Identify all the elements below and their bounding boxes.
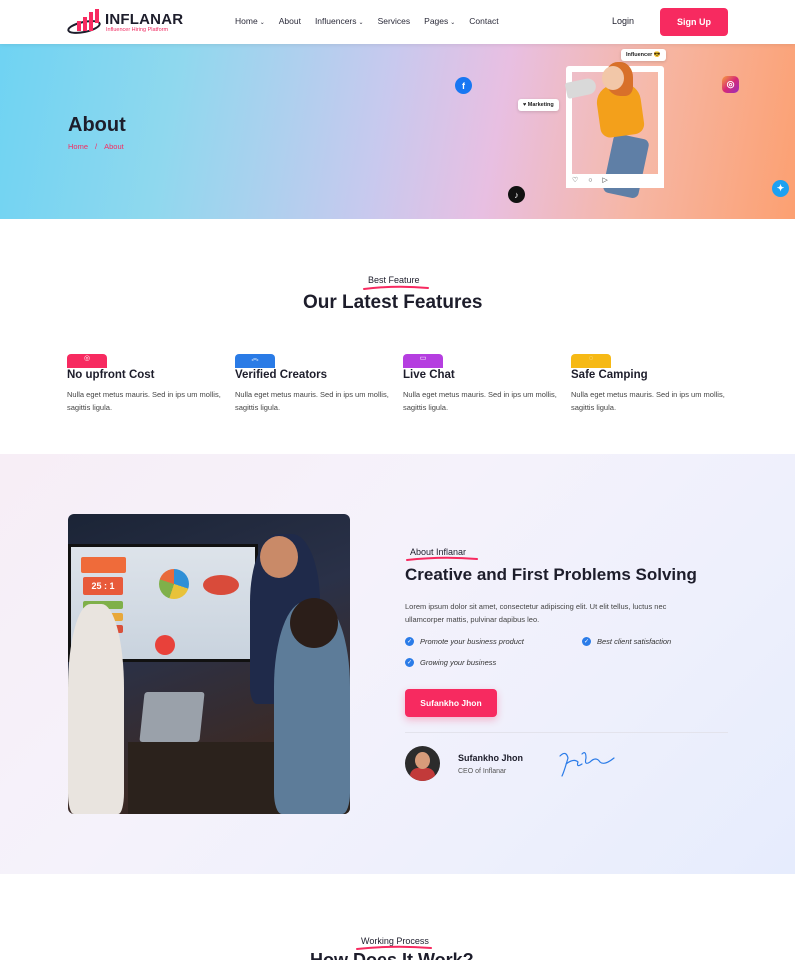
screen-dial (155, 635, 175, 655)
logo-mark-icon (67, 9, 101, 34)
check-icon: ✓ (405, 637, 414, 646)
screen-pie-chart (159, 569, 189, 599)
about-description: Lorem ipsum dolor sit amet, consectetur … (405, 602, 667, 624)
screen-big-number: 25 : 1 (83, 577, 123, 595)
feature-card: ︽ Verified Creators Nulla eget metus mau… (235, 354, 395, 414)
feature-text: Nulla eget metus mauris. Sed in ips um m… (403, 390, 557, 412)
avatar-face (415, 752, 430, 769)
instagram-icon: ◎ (722, 76, 739, 93)
check-icon: ✓ (582, 637, 591, 646)
nav-item-about[interactable]: About (279, 16, 301, 26)
signup-button[interactable]: Sign Up (660, 8, 728, 36)
feature-text: Nulla eget metus mauris. Sed in ips um m… (67, 390, 221, 412)
live-icon: ▭ (403, 354, 443, 368)
meeting-photo: 25 : 1 (68, 514, 350, 814)
attendee-right-hair (290, 598, 338, 648)
signature-icon (559, 752, 615, 777)
breadcrumb-current: About (104, 142, 124, 151)
feature-title: Safe Camping (571, 369, 648, 381)
kicker-underline-icon (363, 285, 429, 290)
nav-label: Contact (469, 16, 499, 26)
tiktok-icon: ♪ (508, 186, 525, 203)
feature-title: No upfront Cost (67, 369, 155, 381)
frame-reaction-icons: ♡ ○ ▷ (572, 177, 612, 184)
site-header: INFLANAR Influencer Hiring Platform Home… (0, 0, 795, 44)
feature-card: ◌ Safe Camping Nulla eget metus mauris. … (571, 354, 731, 414)
about-cta-button[interactable]: Sufankho Jhon (405, 689, 497, 717)
divider (405, 732, 728, 733)
check-item: ✓ Promote your business product (405, 637, 524, 646)
presenter-head (260, 536, 298, 578)
feature-card: ▭ Live Chat Nulla eget metus mauris. Sed… (403, 354, 563, 414)
login-link[interactable]: Login (612, 16, 634, 26)
verified-icon: ︽ (235, 354, 275, 368)
feature-title: Live Chat (403, 369, 455, 381)
nav-item-influencers[interactable]: Influencers ⌄ (315, 16, 364, 26)
nav-item-pages[interactable]: Pages ⌄ (424, 16, 455, 26)
breadcrumb-separator: / (95, 142, 98, 151)
page-title: About (68, 114, 126, 136)
main-nav: Home ⌄ About Influencers ⌄ Services Pages ⌄… (235, 16, 513, 26)
nav-label: Home (235, 16, 258, 26)
ceo-role: CEO of Inflanar (458, 768, 507, 775)
ceo-name: Sufankho Jhon (458, 753, 523, 763)
facebook-icon: f (455, 77, 472, 94)
avatar (405, 746, 440, 781)
nav-item-home[interactable]: Home ⌄ (235, 16, 265, 26)
avatar-shirt (410, 768, 435, 781)
chevron-down-icon: ⌄ (358, 20, 364, 26)
logo-tagline: Influencer Hiring Platform (106, 27, 169, 33)
nav-label: About (278, 16, 301, 26)
chevron-down-icon: ⌄ (450, 20, 456, 26)
screen-card (81, 557, 126, 573)
process-title: How Does It Work? (310, 950, 474, 960)
kicker-underline-icon (406, 556, 478, 561)
attendee-left (68, 604, 124, 814)
check-icon: ✓ (405, 658, 414, 667)
nav-item-services[interactable]: Services (378, 16, 411, 26)
breadcrumb-home[interactable]: Home (68, 142, 88, 151)
screen-donut (203, 575, 239, 595)
shield-icon: ◌ (571, 354, 611, 368)
nav-item-contact[interactable]: Contact (469, 16, 498, 26)
check-item: ✓ Growing your business (405, 658, 496, 667)
features-title: Our Latest Features (303, 292, 483, 313)
nav-label: Pages (424, 16, 449, 26)
feature-card: ◎ No upfront Cost Nulla eget metus mauri… (67, 354, 227, 414)
logo-name: INFLANAR (105, 11, 184, 28)
chevron-down-icon: ⌄ (259, 20, 265, 26)
feature-text: Nulla eget metus mauris. Sed in ips um m… (571, 390, 725, 412)
check-item: ✓ Best client satisfaction (582, 637, 671, 646)
feature-title: Verified Creators (235, 369, 328, 381)
check-label: Growing your business (420, 658, 497, 667)
marketing-bubble: ♥ Marketing (518, 99, 559, 111)
check-label: Promote your business product (420, 637, 524, 646)
breadcrumb: Home / About (68, 142, 124, 151)
feature-text: Nulla eget metus mauris. Sed in ips um m… (235, 390, 389, 412)
money-icon: ◎ (67, 354, 107, 368)
twitter-icon: ✦ (772, 180, 789, 197)
about-title: Creative and First Problems Solving (405, 565, 697, 584)
influencer-bubble: Influencer 😎 (621, 49, 666, 61)
nav-label: Influencers (314, 16, 357, 26)
logo[interactable]: INFLANAR Influencer Hiring Platform (67, 9, 187, 37)
laptop (139, 692, 205, 742)
influencer-illustration-head (602, 66, 624, 90)
check-label: Best client satisfaction (597, 637, 672, 646)
page-hero: About Home / About ♡ ○ ▷ Influencer 😎 ♥ Ma… (0, 44, 795, 219)
nav-label: Services (377, 16, 411, 26)
